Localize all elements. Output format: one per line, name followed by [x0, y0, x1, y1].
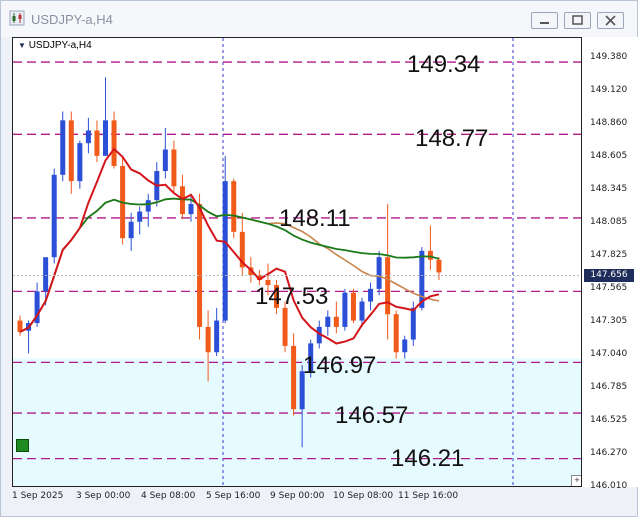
candle-body: [197, 203, 203, 327]
chart-icon: [9, 10, 25, 26]
time-tick: 10 Sep 08:00: [333, 491, 394, 501]
candlestick-chart[interactable]: [13, 38, 582, 487]
price-tick: 148.085: [590, 217, 628, 227]
level-label-148-77: 148.77: [415, 125, 489, 152]
time-tick: 9 Sep 00:00: [270, 491, 325, 501]
candle-body: [43, 257, 49, 292]
price-tick: 146.010: [590, 481, 628, 491]
current-price-badge: 147.656: [584, 269, 634, 282]
candle-body: [128, 221, 134, 239]
candle-body: [333, 316, 339, 327]
level-label-146-21: 146.21: [391, 445, 465, 472]
support-zone: [13, 358, 581, 486]
candle-body: [385, 257, 391, 315]
price-tick: 147.305: [590, 316, 628, 326]
time-tick: 11 Sep 16:00: [398, 491, 459, 501]
candle-body: [427, 250, 433, 260]
candle-body: [350, 292, 356, 321]
restore-icon: [572, 15, 583, 25]
candle-body: [103, 120, 108, 156]
symbol-dropdown-icon[interactable]: ▼: [18, 41, 26, 50]
price-tick: 148.860: [590, 118, 628, 128]
time-tick: 5 Sep 16:00: [206, 491, 261, 501]
price-tick: 147.040: [590, 349, 628, 359]
candle-body: [85, 130, 91, 144]
chart-plot-area[interactable]: ▼ USDJPY-a,H4 149.34 148.77 148.11 147.5…: [12, 37, 582, 487]
close-button[interactable]: [597, 12, 624, 29]
candle-body: [368, 288, 374, 302]
candle-body: [145, 200, 151, 212]
close-icon: [605, 15, 616, 26]
candle-body: [94, 130, 100, 156]
candle-body: [282, 307, 288, 346]
candle-body: [68, 120, 74, 182]
level-label-146-57: 146.57: [335, 402, 409, 429]
time-tick: 3 Sep 00:00: [76, 491, 131, 501]
price-tick: 148.605: [590, 151, 628, 161]
candle-body: [376, 257, 382, 289]
level-label-149-34: 149.34: [407, 51, 481, 78]
candle-body: [51, 174, 57, 258]
candle-body: [171, 149, 177, 187]
candle-body: [393, 314, 399, 353]
price-tick: 149.120: [590, 85, 628, 95]
symbol-text: USDJPY-a,H4: [28, 40, 92, 51]
time-tick: 1 Sep 2025: [12, 491, 64, 501]
level-label-146-97: 146.97: [303, 352, 377, 379]
price-tick: 146.270: [590, 448, 628, 458]
candle-body: [214, 320, 220, 353]
candle-body: [342, 292, 348, 327]
price-axis[interactable]: 149.380 149.120 148.860 148.605 148.345 …: [582, 37, 638, 491]
candle-body: [410, 307, 416, 340]
candle-body: [291, 345, 297, 410]
price-tick: 148.345: [590, 184, 628, 194]
minimize-button[interactable]: [531, 12, 558, 29]
candle-body: [359, 301, 365, 321]
candle-body: [188, 203, 194, 215]
title-bar: USDJPY-a,H4: [1, 1, 637, 37]
symbol-label: ▼ USDJPY-a,H4: [18, 40, 92, 51]
time-tick: 4 Sep 08:00: [141, 491, 196, 501]
candle-body: [137, 211, 143, 222]
moving-average-red-line: [19, 147, 440, 345]
candle-body: [77, 143, 83, 182]
price-tick: 146.525: [590, 415, 628, 425]
minimize-icon: [540, 22, 549, 24]
chart-window: USDJPY-a,H4 ▼ USDJPY-a,H4 149.34 148.77 …: [0, 0, 638, 517]
candle-body: [60, 120, 66, 175]
candle-body: [325, 316, 331, 327]
price-tick: 146.785: [590, 382, 628, 392]
time-axis[interactable]: 1 Sep 2025 3 Sep 00:00 4 Sep 08:00 5 Sep…: [12, 487, 582, 509]
price-tick: 149.380: [590, 52, 628, 62]
candle-body: [222, 181, 228, 321]
candle-body: [231, 181, 237, 232]
candle-body: [402, 339, 408, 353]
candle-body: [162, 149, 168, 172]
window-title: USDJPY-a,H4: [31, 12, 113, 27]
price-tick: 147.825: [590, 250, 628, 260]
zoom-plus-icon[interactable]: +: [571, 475, 581, 486]
candle-body: [436, 259, 442, 273]
candle-body: [111, 120, 117, 166]
maximize-button[interactable]: [564, 12, 591, 29]
level-label-148-11: 148.11: [279, 205, 351, 232]
level-label-147-53: 147.53: [255, 283, 329, 310]
trade-marker-icon[interactable]: [16, 439, 29, 452]
candle-body: [205, 326, 211, 353]
price-tick: 147.565: [590, 283, 628, 293]
